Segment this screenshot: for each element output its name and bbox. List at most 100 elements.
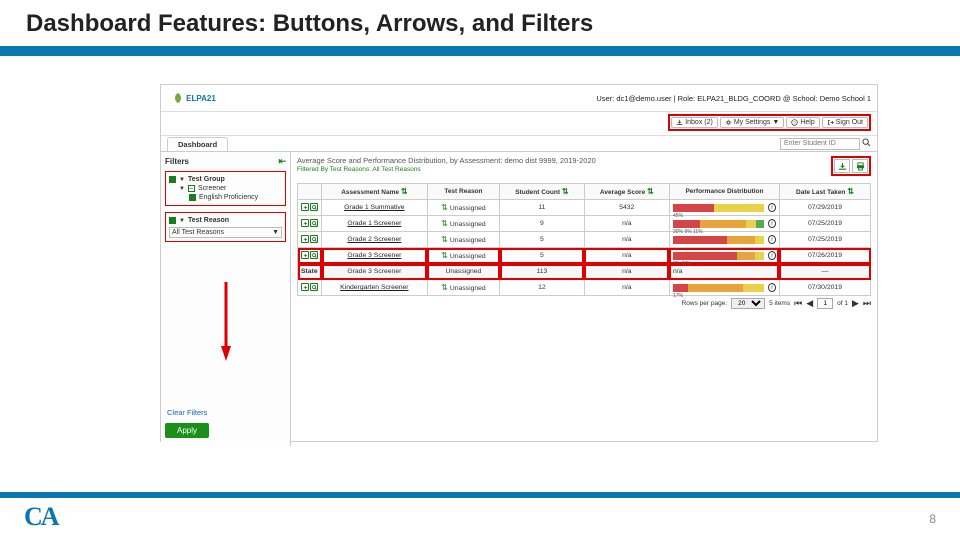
test-reason-select[interactable]: All Test Reasons ▼ (169, 227, 282, 238)
table-header-row: Assessment Name ⇅ Test Reason Student Co… (298, 184, 871, 200)
avg-cell: n/a (584, 264, 669, 280)
sort-icon[interactable]: ⇅ (647, 187, 654, 196)
assessment-name[interactable]: Grade 3 Screener (322, 248, 428, 264)
help-label: Help (800, 119, 814, 126)
search-icon[interactable] (862, 138, 871, 149)
test-reason-cell: ⇅Unassigned (427, 232, 499, 248)
chart-title: Average Score and Performance Distributi… (297, 156, 871, 165)
toolbar-highlight: Inbox (2) My Settings ▼ ? Help Sign Out (668, 114, 871, 131)
expand-row-icon[interactable] (301, 251, 309, 259)
date-cell: 07/30/2019 (779, 280, 870, 296)
checkbox-icon (169, 176, 176, 183)
table-row: Grade 2 Screener⇅Unassigned5n/ai07/25/20… (298, 232, 871, 248)
date-cell: 07/26/2019 (779, 248, 870, 264)
row-icons (298, 216, 322, 232)
last-page-icon[interactable]: ⏭ (863, 298, 871, 309)
filter-icon[interactable]: ⇅ (441, 203, 448, 212)
chevron-down-icon: ▼ (179, 218, 185, 224)
signout-icon (827, 119, 834, 126)
download-icon (838, 162, 847, 171)
download-icon (676, 119, 683, 126)
perf-cell: 7% 67%i (669, 248, 779, 264)
test-reason-toggle[interactable]: ▼ Test Reason (169, 216, 282, 225)
assessment-name[interactable]: Grade 2 Screener (322, 232, 428, 248)
table-row: Kindergarten Screener⇅Unassigned12n/a17%… (298, 280, 871, 296)
expand-row-icon[interactable] (301, 203, 309, 211)
help-icon: ? (791, 119, 798, 126)
slide-title: Dashboard Features: Buttons, Arrows, and… (0, 0, 960, 46)
tab-dashboard[interactable]: Dashboard (167, 137, 228, 151)
filters-panel: Filters ⇤ ▼ Test Group ▼ − Screener Engl… (161, 152, 291, 446)
perf-cell: 30% 9% 11%i (669, 216, 779, 232)
info-icon[interactable]: i (768, 203, 776, 212)
help-button[interactable]: ? Help (786, 117, 819, 128)
magnify-row-icon[interactable] (310, 283, 318, 291)
count-cell: 113 (500, 264, 585, 280)
signout-button[interactable]: Sign Out (822, 117, 868, 128)
checkbox-icon (169, 217, 176, 224)
magnify-row-icon[interactable] (310, 219, 318, 227)
next-page-icon[interactable]: ▶ (852, 298, 859, 309)
settings-button[interactable]: My Settings ▼ (720, 117, 785, 128)
magnify-row-icon[interactable] (310, 203, 318, 211)
header-date: Date Last Taken ⇅ (779, 184, 870, 200)
reason-value: All Test Reasons (172, 229, 224, 236)
filter-icon[interactable]: ⇅ (441, 219, 448, 228)
chevron-down-icon: ▼ (772, 119, 779, 126)
magnify-row-icon[interactable] (310, 251, 318, 259)
table-row: Grade 1 Summative⇅Unassigned11543245%i07… (298, 200, 871, 216)
sort-icon[interactable]: ⇅ (847, 187, 854, 196)
chevron-down-icon: ▼ (179, 177, 185, 183)
info-icon[interactable]: i (768, 235, 776, 244)
test-reason-cell: ⇅Unassigned (427, 200, 499, 216)
rows-per-page-label: Rows per page: (682, 300, 728, 307)
screener-toggle[interactable]: ▼ − Screener (169, 184, 282, 193)
search-input[interactable] (780, 138, 860, 150)
pagination: Rows per page: 20 5 items ⏮ ◀ of 1 ▶ ⏭ (297, 296, 871, 311)
collapse-icon[interactable]: ⇤ (278, 156, 286, 167)
download-data-button[interactable] (834, 159, 850, 173)
filter-icon[interactable]: ⇅ (441, 251, 448, 260)
magnify-row-icon[interactable] (310, 235, 318, 243)
test-group-toggle[interactable]: ▼ Test Group (169, 175, 282, 184)
expand-row-icon[interactable] (301, 235, 309, 243)
first-page-icon[interactable]: ⏮ (794, 298, 802, 309)
page-size-select[interactable]: 20 (731, 298, 765, 309)
prev-page-icon[interactable]: ◀ (806, 298, 813, 309)
filter-icon[interactable]: ⇅ (441, 235, 448, 244)
printer-icon (856, 162, 865, 171)
dashboard-screenshot: ELPA21 User: dc1@demo.user | Role: ELPA2… (160, 84, 878, 442)
assessment-name[interactable]: Grade 1 Summative (322, 200, 428, 216)
page-of-label: of 1 (837, 300, 848, 307)
english-prof-item[interactable]: English Proficiency (169, 193, 282, 202)
footer-stripe (0, 492, 960, 498)
english-label: English Proficiency (199, 194, 258, 201)
assessment-name[interactable]: Grade 1 Screener (322, 216, 428, 232)
apply-button[interactable]: Apply (165, 423, 209, 438)
info-icon[interactable]: i (768, 251, 776, 260)
table-row: Grade 1 Screener⇅Unassigned9n/a30% 9% 11… (298, 216, 871, 232)
count-cell: 9 (500, 216, 585, 232)
gear-icon (725, 119, 732, 126)
count-cell: 5 (500, 248, 585, 264)
test-reason-cell: ⇅Unassigned (427, 280, 499, 296)
expand-row-icon[interactable] (301, 219, 309, 227)
sort-icon[interactable]: ⇅ (562, 187, 569, 196)
avg-cell: n/a (584, 232, 669, 248)
assessment-name[interactable]: Kindergarten Screener (322, 280, 428, 296)
info-icon[interactable]: i (768, 283, 776, 292)
app-header: ELPA21 User: dc1@demo.user | Role: ELPA2… (161, 85, 877, 112)
clear-filters-link[interactable]: Clear Filters (165, 404, 286, 421)
page-input[interactable] (817, 298, 833, 309)
info-icon[interactable]: i (768, 219, 776, 228)
filter-icon[interactable]: ⇅ (441, 283, 448, 292)
user-role-line: User: dc1@demo.user | Role: ELPA21_BLDG_… (596, 94, 871, 103)
avg-cell: n/a (584, 216, 669, 232)
checkbox-icon: − (188, 185, 195, 192)
expand-row-icon[interactable] (301, 283, 309, 291)
sort-icon[interactable]: ⇅ (401, 187, 408, 196)
chevron-down-icon: ▼ (272, 229, 279, 236)
print-button[interactable] (852, 159, 868, 173)
red-arrow-icon (221, 252, 231, 392)
inbox-button[interactable]: Inbox (2) (671, 117, 718, 128)
